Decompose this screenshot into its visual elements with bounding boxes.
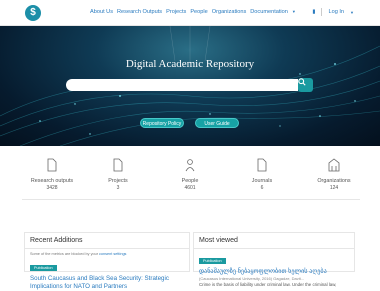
main-nav: About Us Research Outputs Projects Peopl…	[90, 9, 296, 15]
stat-value: 4601	[184, 185, 196, 191]
nav-about-us[interactable]: About Us	[90, 9, 113, 15]
stat-research-outputs[interactable]: Research outputs 3428	[22, 150, 82, 191]
stats-bar: Research outputs 3428 Projects 3 People …	[22, 150, 360, 200]
top-navbar: $ About Us Research Outputs Projects Peo…	[0, 0, 380, 26]
document-icon	[113, 158, 123, 172]
repository-policy-button[interactable]: Repository Policy	[140, 118, 184, 128]
document-icon	[47, 158, 57, 172]
stat-value: 3	[116, 185, 120, 191]
stat-organizations[interactable]: Organizations 124	[304, 150, 364, 191]
most-viewed-item-description: Crime is the basis of liability under cr…	[199, 282, 337, 287]
building-icon	[328, 158, 340, 172]
search-icon	[298, 78, 306, 86]
publication-badge: Publication	[30, 265, 57, 271]
stat-label: Organizations	[317, 178, 351, 184]
user-guide-button[interactable]: User Guide	[195, 118, 239, 128]
stat-label: Projects	[108, 178, 128, 184]
stat-label: People	[181, 178, 199, 184]
logo-icon[interactable]: $	[25, 5, 41, 21]
stat-label: Journals	[251, 178, 273, 184]
most-viewed-item-title[interactable]: დანაშაულზე ნებაყოფლობით ხელის აღება	[194, 267, 354, 276]
nav-people[interactable]: People	[190, 9, 207, 15]
consent-note: Some of the metrics are blocked by your …	[25, 249, 189, 256]
recent-additions-panel: Recent Additions Some of the metrics are…	[24, 232, 190, 290]
search-box	[66, 79, 298, 97]
person-icon	[185, 159, 195, 172]
stat-projects[interactable]: Projects 3	[88, 150, 148, 191]
stat-label: Research outputs	[30, 178, 74, 184]
stat-value: 3428	[46, 185, 58, 191]
consent-settings-link[interactable]: consent settings	[99, 252, 126, 256]
search-button[interactable]	[298, 78, 313, 92]
stat-value: 124	[329, 185, 339, 191]
stat-journals[interactable]: Journals 6	[232, 150, 292, 191]
panel-title: Most viewed	[194, 233, 354, 249]
chevron-down-icon[interactable]: ▼	[292, 9, 296, 15]
nav-research-outputs[interactable]: Research Outputs	[117, 9, 162, 15]
most-viewed-panel: Most viewed Publication დანაშაულზე ნებაყ…	[193, 232, 355, 287]
stat-people[interactable]: People 4601	[160, 150, 220, 191]
nav-organizations[interactable]: Organizations	[212, 9, 247, 15]
panel-title: Recent Additions	[25, 233, 189, 249]
hero-title: Digital Academic Repository	[125, 58, 255, 70]
language-icon[interactable]: ▮	[312, 9, 315, 15]
recent-item-title[interactable]: South Caucasus and Black Sea Security: S…	[25, 274, 189, 291]
stat-value: 6	[260, 185, 264, 191]
hero-banner: Digital Academic Repository Repository P…	[0, 26, 380, 146]
search-input[interactable]	[66, 85, 298, 97]
consent-note-text: Some of the metrics are blocked by your	[30, 252, 98, 256]
nav-documentation[interactable]: Documentation	[250, 9, 288, 15]
chevron-down-icon[interactable]: ▼	[350, 10, 354, 15]
login-link[interactable]: Log In	[328, 9, 344, 15]
document-icon	[257, 158, 267, 172]
nav-projects[interactable]: Projects	[166, 9, 186, 15]
divider	[321, 8, 323, 16]
publication-badge: Publication	[199, 258, 226, 264]
nav-right: ▮ Log In ▼	[312, 8, 354, 16]
